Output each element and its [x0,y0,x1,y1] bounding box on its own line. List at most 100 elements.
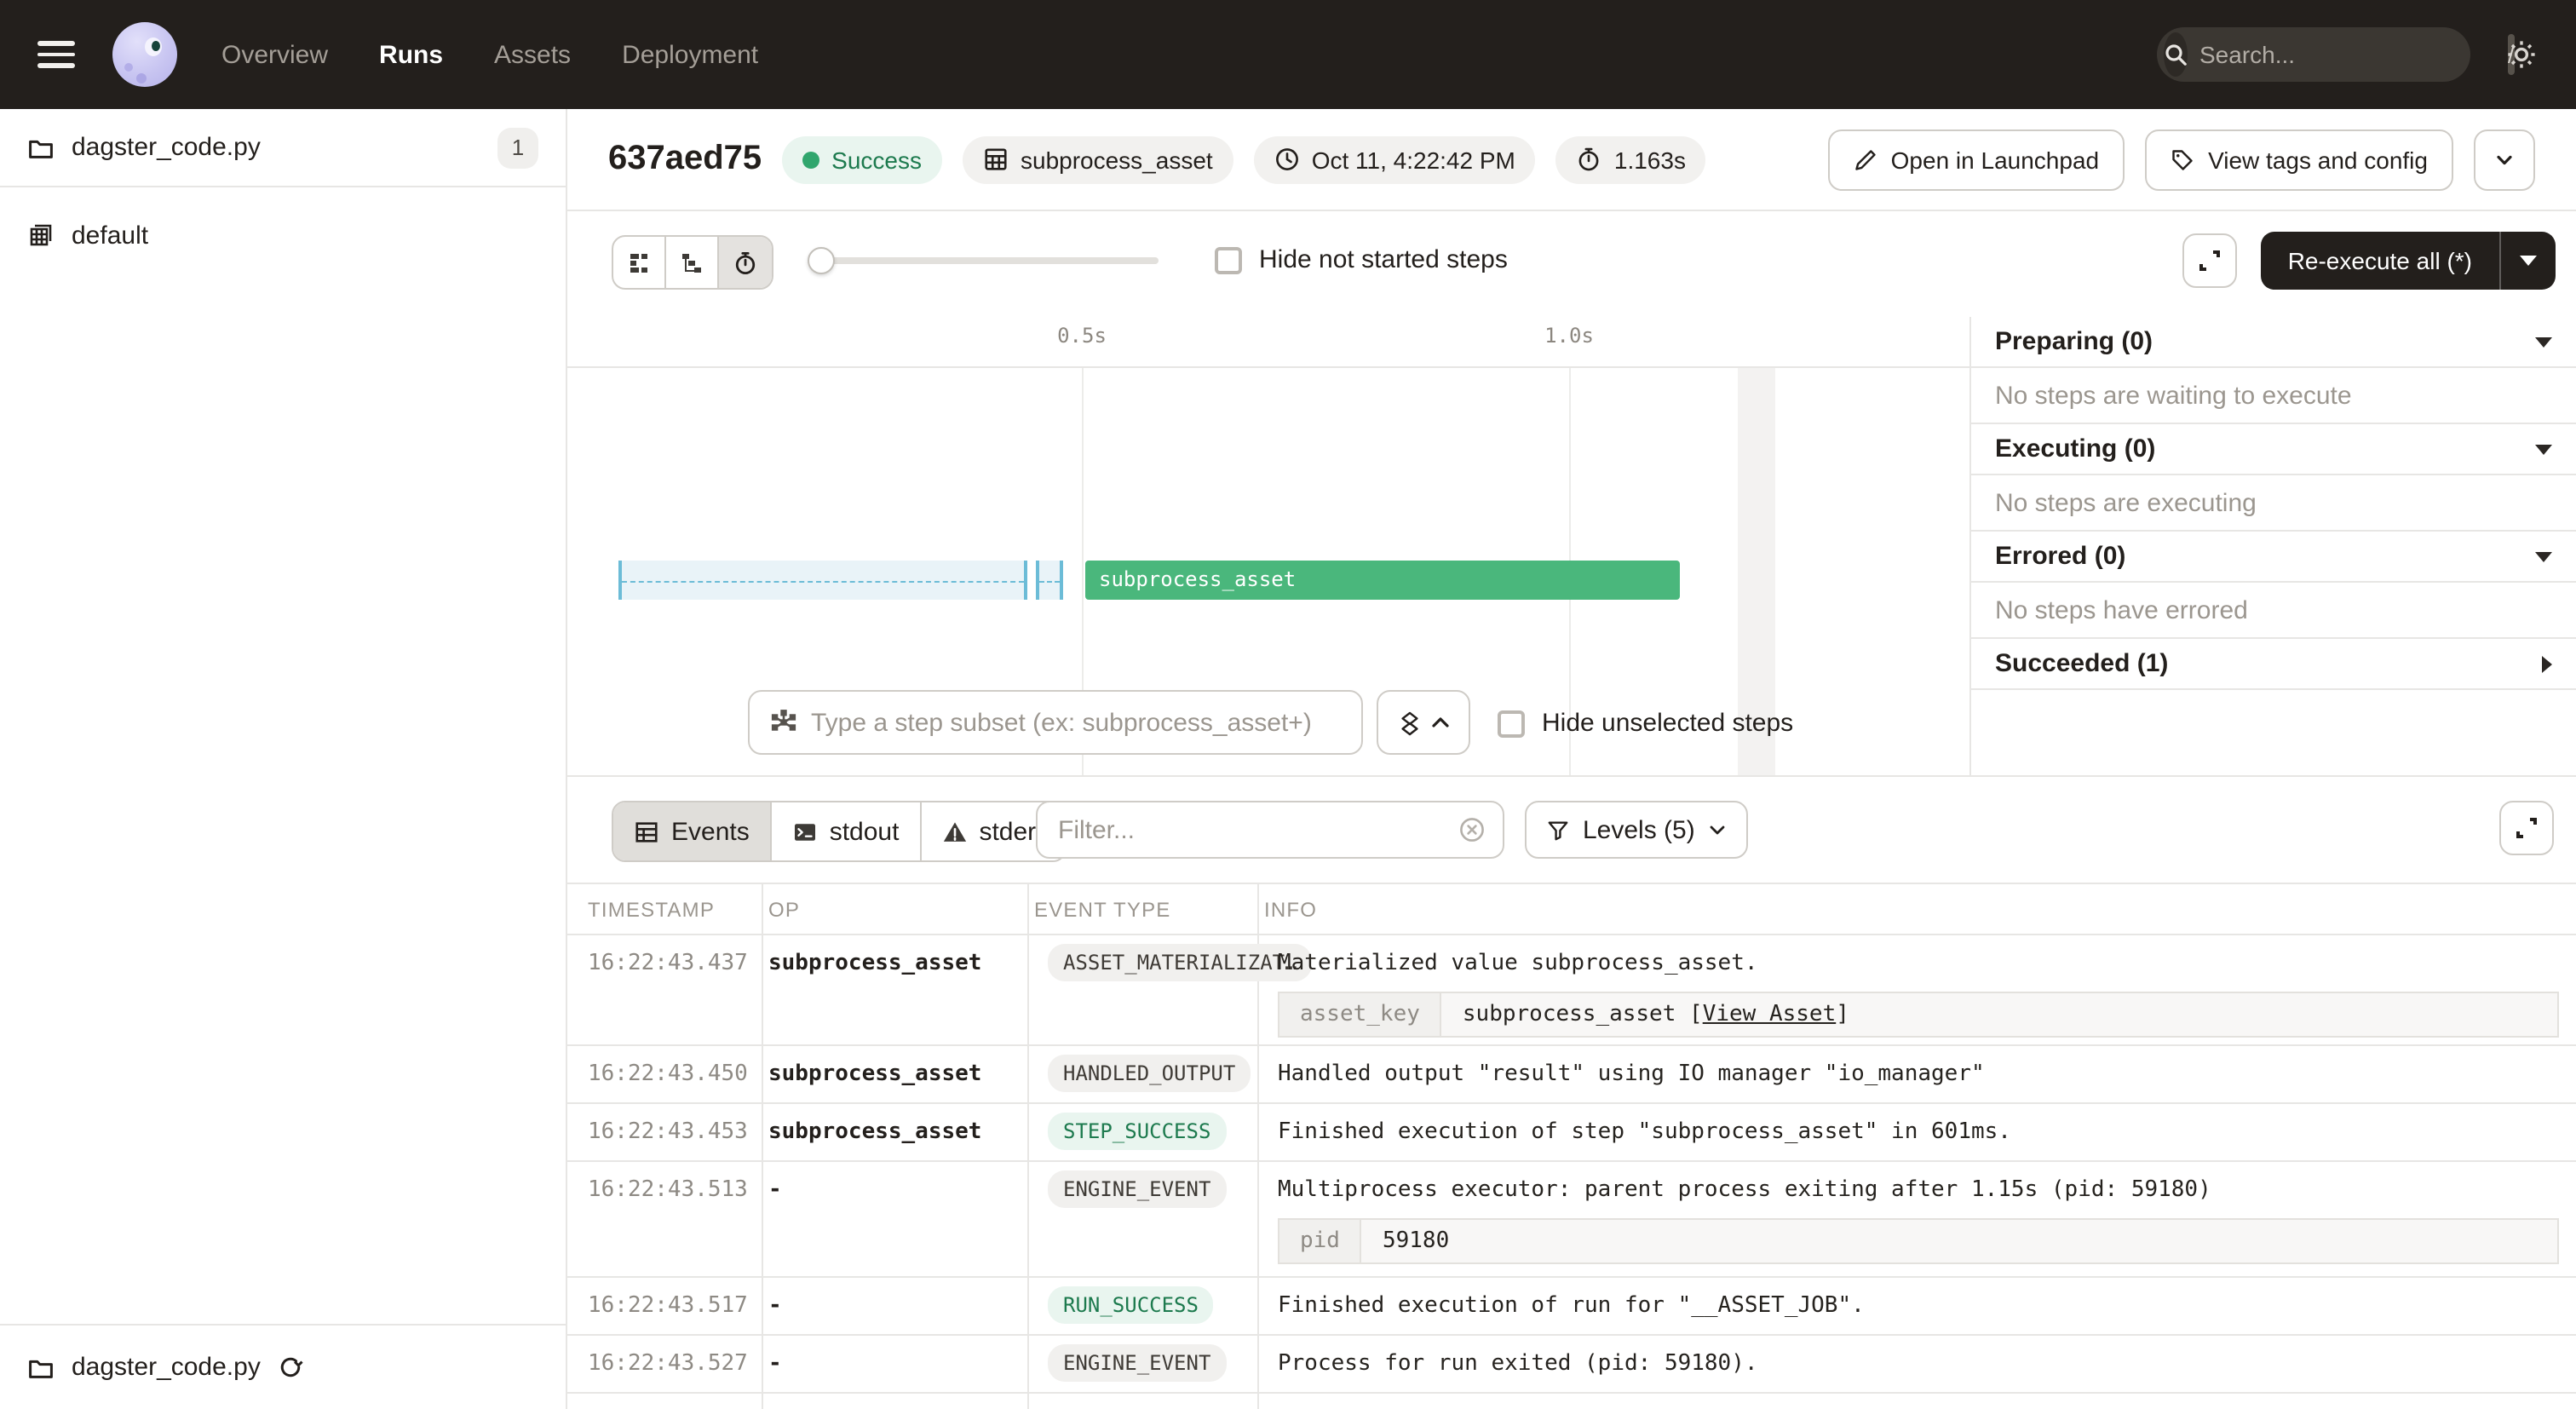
sidebar-footer: dagster_code.py [0,1324,566,1409]
table-row[interactable]: 16:22:43.517 - RUN_SUCCESS Finished exec… [567,1278,2576,1336]
chevron-down-icon [2494,149,2515,170]
gantt-waiting-segment [618,561,1027,600]
table-row[interactable]: 16:22:43.453 subprocess_asset STEP_SUCCE… [567,1104,2576,1162]
step-subset-collapse-button[interactable] [1377,690,1470,755]
funnel-icon [1547,819,1569,841]
view-mode-timed-icon[interactable] [719,237,772,288]
event-type-badge: HANDLED_OUTPUT [1048,1055,1251,1092]
sidebar-code-location-header[interactable]: dagster_code.py 1 [0,109,566,187]
reexecute-all-button[interactable]: Re-execute all (*) [2261,232,2556,290]
nav-link-overview[interactable]: Overview [221,40,328,69]
caret-down-icon [2535,444,2552,454]
table-row[interactable]: 16:22:43.437 subprocess_asset ASSET_MATE… [567,935,2576,1046]
tab-events[interactable]: Events [613,802,772,860]
folder-icon [27,1354,55,1381]
event-timestamp: 16:22:43.450 [588,1061,748,1087]
gantt-zoom-slider[interactable] [811,257,1159,264]
event-type-badge: RUN_SUCCESS [1048,1286,1214,1324]
step-subset-field[interactable] [748,690,1363,755]
refresh-icon[interactable] [278,1354,303,1380]
folder-icon [27,134,55,161]
top-nav: Overview Runs Assets Deployment / [0,0,2576,109]
log-filter-field[interactable] [1036,801,1504,859]
step-subset-row: Hide unselected steps [567,690,1969,755]
table-row[interactable]: 16:22:43.527 - ENGINE_EVENT Process for … [567,1336,2576,1394]
chevron-down-icon [1709,824,1726,836]
slider-knob[interactable] [808,247,835,274]
table-icon [634,819,659,844]
event-timestamp: 16:22:43.437 [588,951,748,976]
hide-unselected-checkbox[interactable] [1498,710,1525,737]
sidebar-code-location-label: dagster_code.py [72,133,480,162]
step-subset-input[interactable] [811,708,1341,737]
view-asset-link[interactable]: View Asset [1703,1002,1837,1027]
status-badge: Success [782,135,942,183]
tag-icon [2171,147,2194,171]
panel-section-succeeded[interactable]: Succeeded (1) [1971,639,2576,690]
panel-section-title: Errored (0) [1995,542,2535,571]
tab-stderr-label: stderr [979,817,1044,846]
panel-section-errored[interactable]: Errored (0) [1971,532,2576,583]
col-info: INFO [1264,898,1317,922]
gantt-toolbar: Hide not started steps Re-execute all (*… [567,232,2576,293]
bracket: ] [1836,1002,1849,1027]
event-op: subprocess_asset [768,1061,981,1087]
hide-unselected-checkbox-row: Hide unselected steps [1498,709,1793,738]
event-op: subprocess_asset [768,1119,981,1145]
table-row[interactable]: 16:22:43.450 subprocess_asset HANDLED_OU… [567,1046,2576,1104]
event-timestamp: 16:22:43.517 [588,1293,748,1319]
events-table: TIMESTAMP OP EVENT TYPE INFO 16:22:43.43… [567,883,2576,1409]
clear-filter-icon[interactable] [1458,816,1486,843]
hide-unselected-label: Hide unselected steps [1542,709,1793,738]
panel-message-preparing: No steps are waiting to execute [1971,368,2576,424]
events-table-header: TIMESTAMP OP EVENT TYPE INFO [567,884,2576,935]
nav-link-deployment[interactable]: Deployment [622,40,758,69]
table-row[interactable]: 16:22:43.513 - ENGINE_EVENT Multiprocess… [567,1162,2576,1278]
gantt-bar-subprocess-asset[interactable]: subprocess_asset [1085,561,1680,600]
chevron-up-icon [1430,716,1449,729]
panel-section-preparing[interactable]: Preparing (0) [1971,317,2576,368]
sidebar-item-default[interactable]: default [0,215,566,256]
logs-fullscreen-button[interactable] [2499,801,2554,855]
dagster-logo[interactable] [112,22,177,87]
open-in-launchpad-button[interactable]: Open in Launchpad [1828,129,2125,190]
tab-stdout[interactable]: stdout [772,802,922,860]
event-op: subprocess_asset [768,951,981,976]
levels-filter-button[interactable]: Levels (5) [1525,801,1748,859]
job-grid-icon [27,221,55,249]
metadata-key: pid [1279,1220,1362,1262]
event-op: - [768,1293,782,1319]
sidebar-item-label: default [72,221,148,250]
view-mode-flat-icon[interactable] [613,237,666,288]
layers-icon [1398,710,1420,735]
event-info: Finished execution of run for "__ASSET_J… [1278,1293,1865,1319]
caret-down-icon [2535,336,2552,347]
hide-not-started-checkbox[interactable] [1215,246,1242,273]
panel-message-errored: No steps have errored [1971,583,2576,639]
sidebar-count-badge: 1 [497,127,538,168]
event-op: - [768,1351,782,1377]
nav-link-runs[interactable]: Runs [379,40,443,69]
gear-icon[interactable] [2504,37,2539,72]
panel-section-title: Executing (0) [1995,434,2535,463]
run-actions-dropdown-button[interactable] [2474,129,2535,190]
gantt-fullscreen-button[interactable] [2182,233,2237,288]
reexecute-dropdown-caret[interactable] [2501,232,2556,290]
asset-tag[interactable]: subprocess_asset [963,135,1233,183]
asset-tag-label: subprocess_asset [1021,146,1213,173]
panel-section-title: Succeeded (1) [1995,649,2542,678]
search-input[interactable] [2199,41,2508,68]
duration-tag-label: 1.163s [1614,146,1686,173]
bracket: [ [1689,1002,1703,1027]
log-filter-input[interactable] [1058,815,1458,844]
event-info: Materialized value subprocess_asset. [1278,951,1758,976]
view-tags-config-button[interactable]: View tags and config [2145,129,2453,190]
event-timestamp: 16:22:43.453 [588,1119,748,1145]
col-op: OP [768,898,800,922]
panel-section-executing[interactable]: Executing (0) [1971,424,2576,475]
hamburger-menu-icon[interactable] [37,41,75,68]
sidebar-footer-label: dagster_code.py [72,1353,261,1382]
nav-link-assets[interactable]: Assets [494,40,571,69]
global-search[interactable]: / [2157,27,2470,82]
view-mode-waterfall-icon[interactable] [666,237,719,288]
